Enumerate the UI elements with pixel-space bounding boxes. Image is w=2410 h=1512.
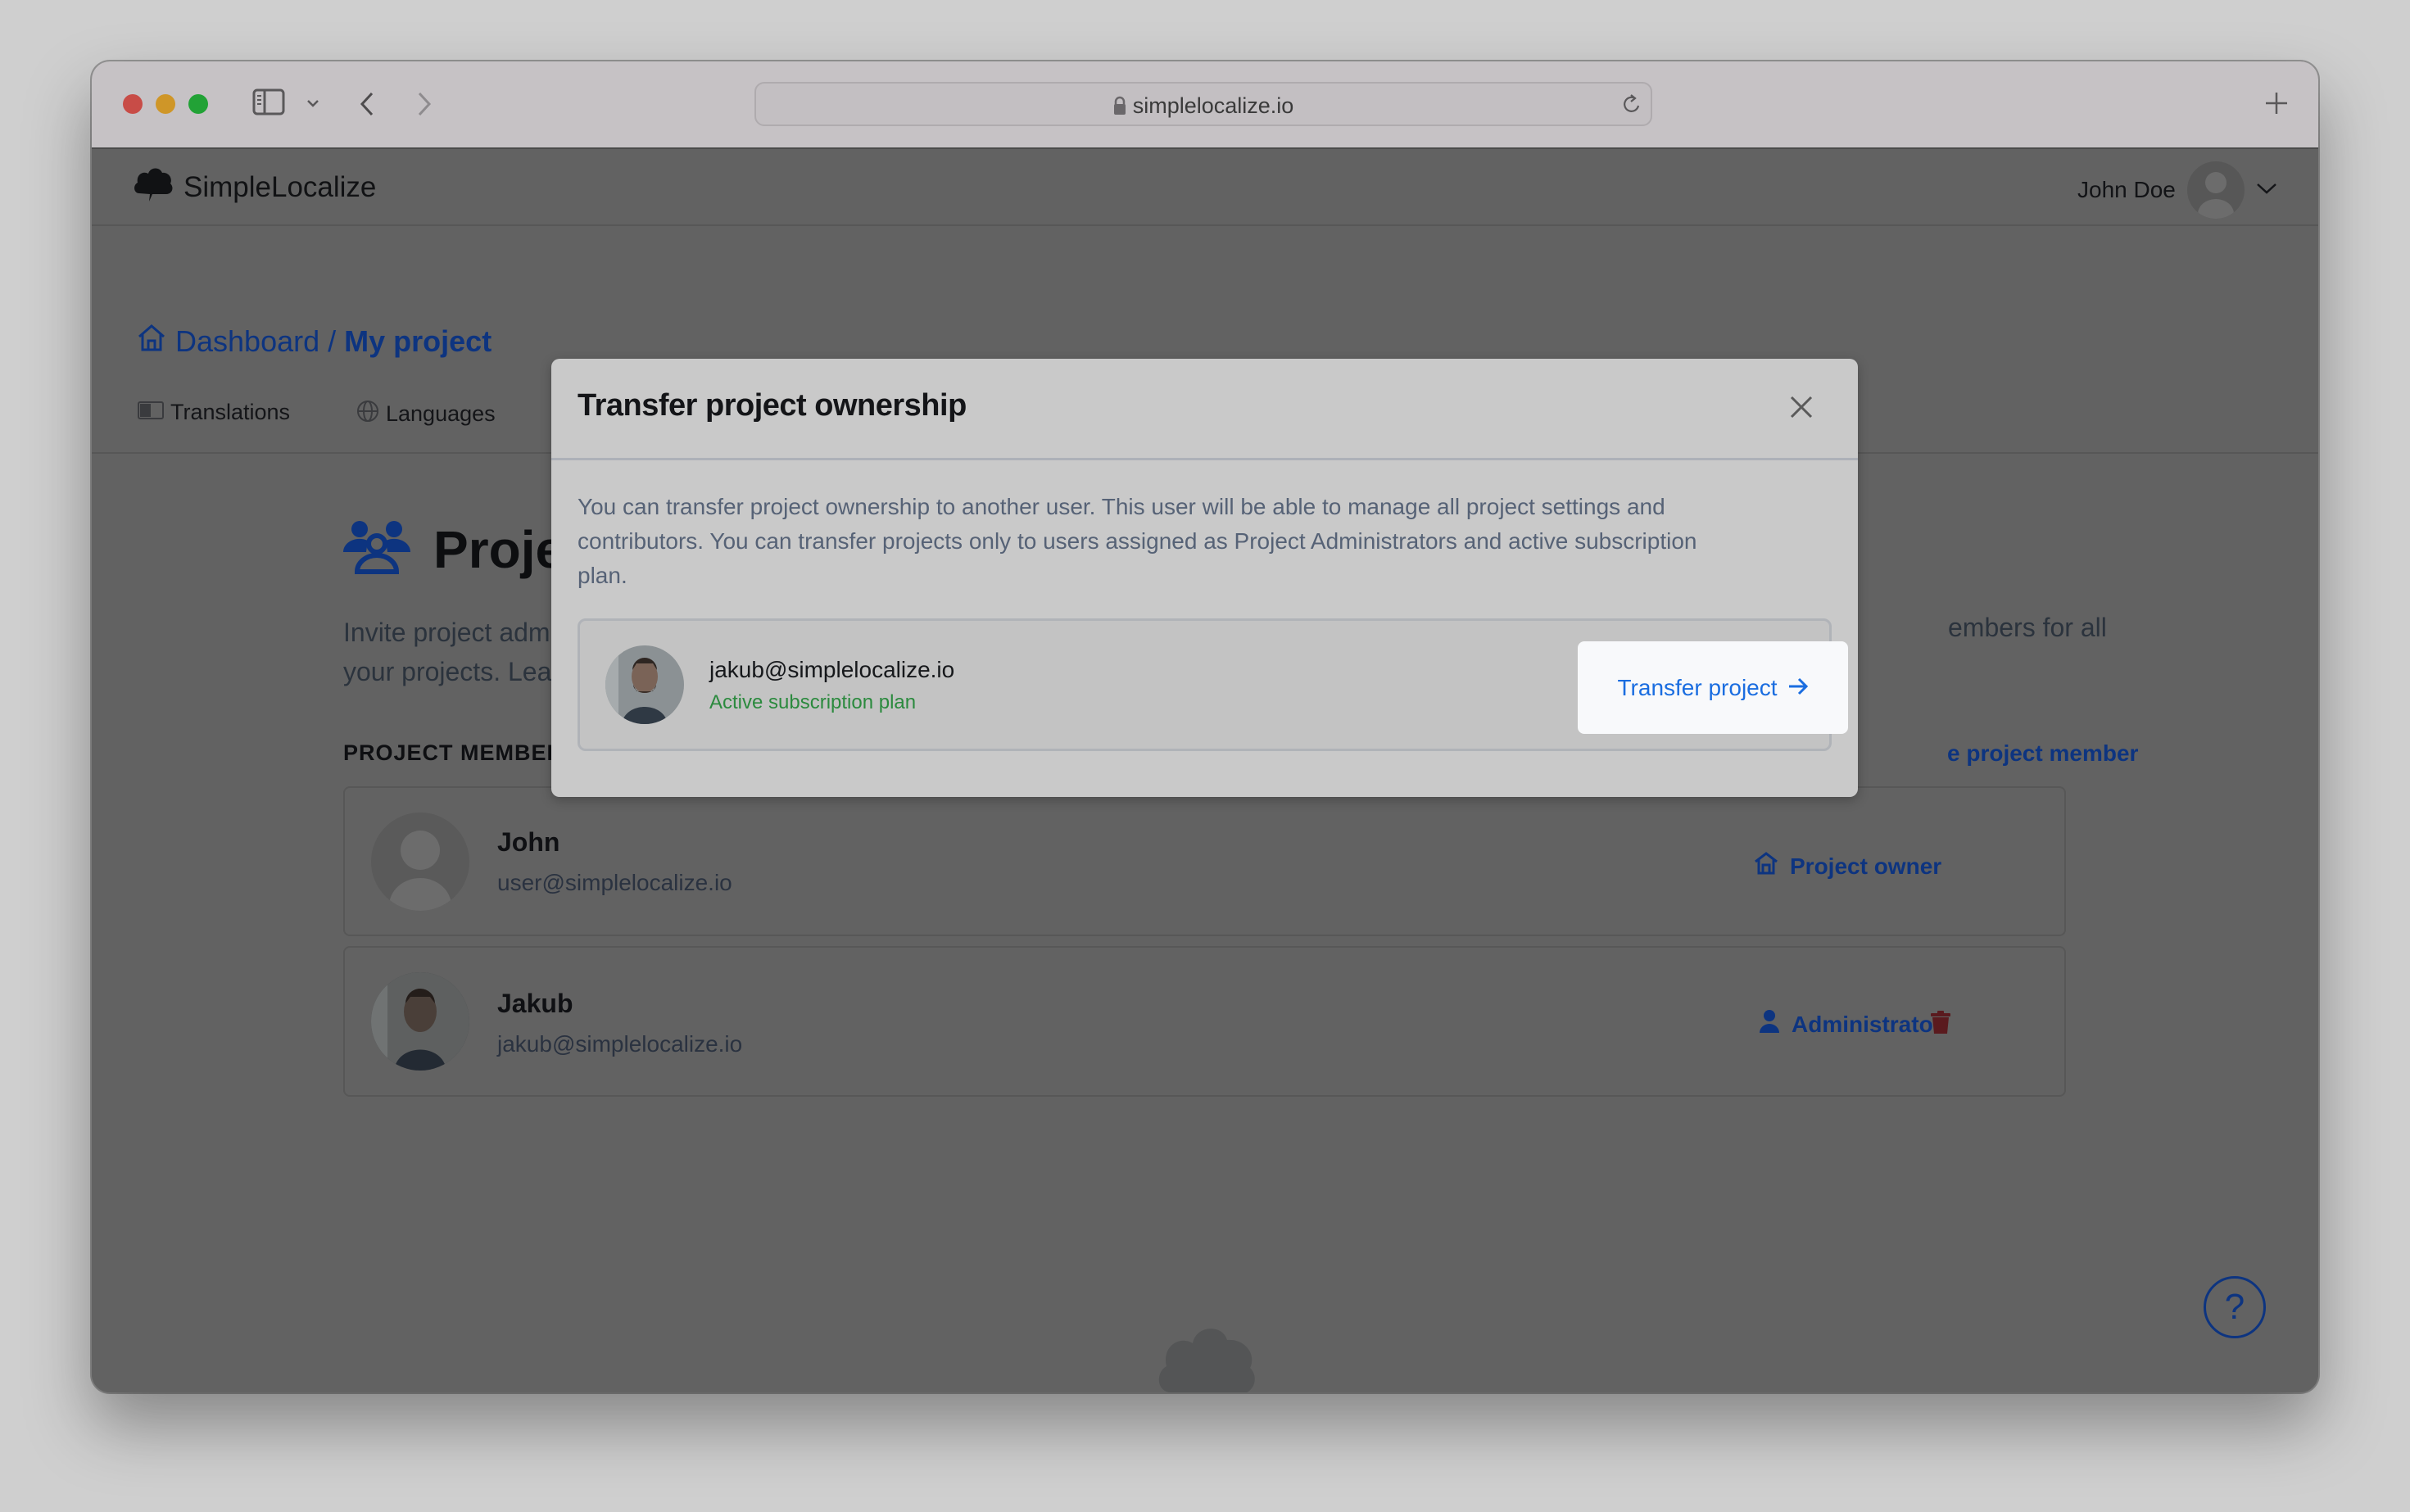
help-button[interactable]: ? xyxy=(2204,1276,2266,1338)
page-description: Invite project adm your projects. Lea xyxy=(343,613,551,691)
page-title: Proje xyxy=(433,520,565,579)
delete-member-button[interactable] xyxy=(1930,1010,1951,1039)
tab-translations[interactable]: Translations xyxy=(138,400,290,425)
trash-icon xyxy=(1930,1011,1951,1038)
description-line-1: Invite project adm xyxy=(343,618,550,647)
member-role-label: Project owner xyxy=(1790,853,1942,879)
arrow-right-icon xyxy=(1787,675,1809,701)
url-text: simplelocalize.io xyxy=(1132,93,1294,118)
house-icon xyxy=(1754,852,1778,880)
modal-description-line: You can transfer project ownership to an… xyxy=(578,494,1665,519)
tab-languages[interactable]: Languages xyxy=(356,400,496,428)
member-role-label: Administrator xyxy=(1792,1011,1942,1037)
member-card: Jakub jakub@simplelocalize.io Administra… xyxy=(343,946,2066,1097)
candidate-email: jakub@simplelocalize.io xyxy=(709,657,955,682)
globe-icon xyxy=(356,400,379,428)
header-divider xyxy=(92,224,2318,226)
modal-description-line: contributors. You can transfer projects … xyxy=(578,528,1697,554)
reload-icon[interactable] xyxy=(1621,93,1642,120)
cloud-logo-icon xyxy=(133,165,174,209)
maximize-window-button[interactable] xyxy=(188,94,208,114)
breadcrumb-separator: / xyxy=(328,324,337,358)
breadcrumb: Dashboard / My project xyxy=(136,323,492,360)
transfer-project-button[interactable]: Transfer project xyxy=(1578,641,1848,734)
breadcrumb-current[interactable]: My project xyxy=(344,324,492,359)
transfer-ownership-modal: Transfer project ownership You can trans… xyxy=(551,359,1858,797)
member-email: user@simplelocalize.io xyxy=(497,870,732,895)
modal-description: You can transfer project ownership to an… xyxy=(578,490,1839,593)
close-icon xyxy=(1789,396,1814,423)
translations-icon xyxy=(138,400,164,425)
close-window-button[interactable] xyxy=(123,94,143,114)
footer-cloud-logo-icon xyxy=(1155,1324,1258,1392)
user-name: John Doe xyxy=(2077,177,2176,202)
tab-label: Translations xyxy=(170,400,291,424)
description-line-2: your projects. Lea xyxy=(343,657,552,686)
new-tab-icon[interactable] xyxy=(2264,91,2289,120)
browser-titlebar: simplelocalize.io xyxy=(92,61,2318,149)
tab-label: Languages xyxy=(386,401,496,426)
user-avatar xyxy=(2186,161,2245,219)
minimize-window-button[interactable] xyxy=(156,94,175,114)
brand-name: SimpleLocalize xyxy=(183,170,377,203)
chevron-down-icon[interactable] xyxy=(306,97,319,112)
modal-description-line: plan. xyxy=(578,563,627,588)
forward-icon[interactable] xyxy=(416,91,433,121)
back-icon[interactable] xyxy=(359,91,375,121)
transfer-candidate-row: jakub@simplelocalize.io Active subscript… xyxy=(578,618,1848,751)
modal-title: Transfer project ownership xyxy=(578,388,967,423)
chevron-down-icon[interactable] xyxy=(2256,182,2277,199)
url-display: simplelocalize.io xyxy=(756,93,1651,121)
member-email: jakub@simplelocalize.io xyxy=(497,1031,743,1057)
member-name: Jakub xyxy=(497,989,573,1018)
candidate-subscription-status: Active subscription plan xyxy=(709,691,917,713)
home-icon[interactable] xyxy=(136,323,167,360)
breadcrumb-dashboard[interactable]: Dashboard xyxy=(175,324,319,359)
member-role[interactable]: Project owner xyxy=(1754,852,1941,880)
candidate-avatar xyxy=(605,645,684,724)
user-icon xyxy=(1759,1009,1780,1039)
browser-window: simplelocalize.io SimpleLocalize John Do… xyxy=(92,61,2318,1392)
transfer-project-label: Transfer project xyxy=(1617,674,1778,700)
brand-logo[interactable]: SimpleLocalize xyxy=(133,165,376,209)
user-menu[interactable]: John Doe xyxy=(2077,161,2277,219)
close-modal-button[interactable] xyxy=(1789,395,1814,423)
invite-member-link[interactable]: e project member xyxy=(1947,740,2138,767)
modal-header: Transfer project ownership xyxy=(551,359,1858,460)
member-role[interactable]: Administrator xyxy=(1759,1009,1942,1039)
member-avatar xyxy=(371,813,469,911)
member-name: John xyxy=(497,827,560,857)
people-title-icon xyxy=(342,521,411,579)
address-bar[interactable]: simplelocalize.io xyxy=(754,82,1652,126)
member-avatar xyxy=(371,972,469,1071)
description-line-1-end: embers for all xyxy=(1948,613,2107,642)
sidebar-icon[interactable] xyxy=(252,88,285,120)
section-label: PROJECT MEMBER xyxy=(343,740,564,765)
member-card: John user@simplelocalize.io Project owne… xyxy=(343,786,2066,936)
lock-icon xyxy=(1113,96,1126,121)
